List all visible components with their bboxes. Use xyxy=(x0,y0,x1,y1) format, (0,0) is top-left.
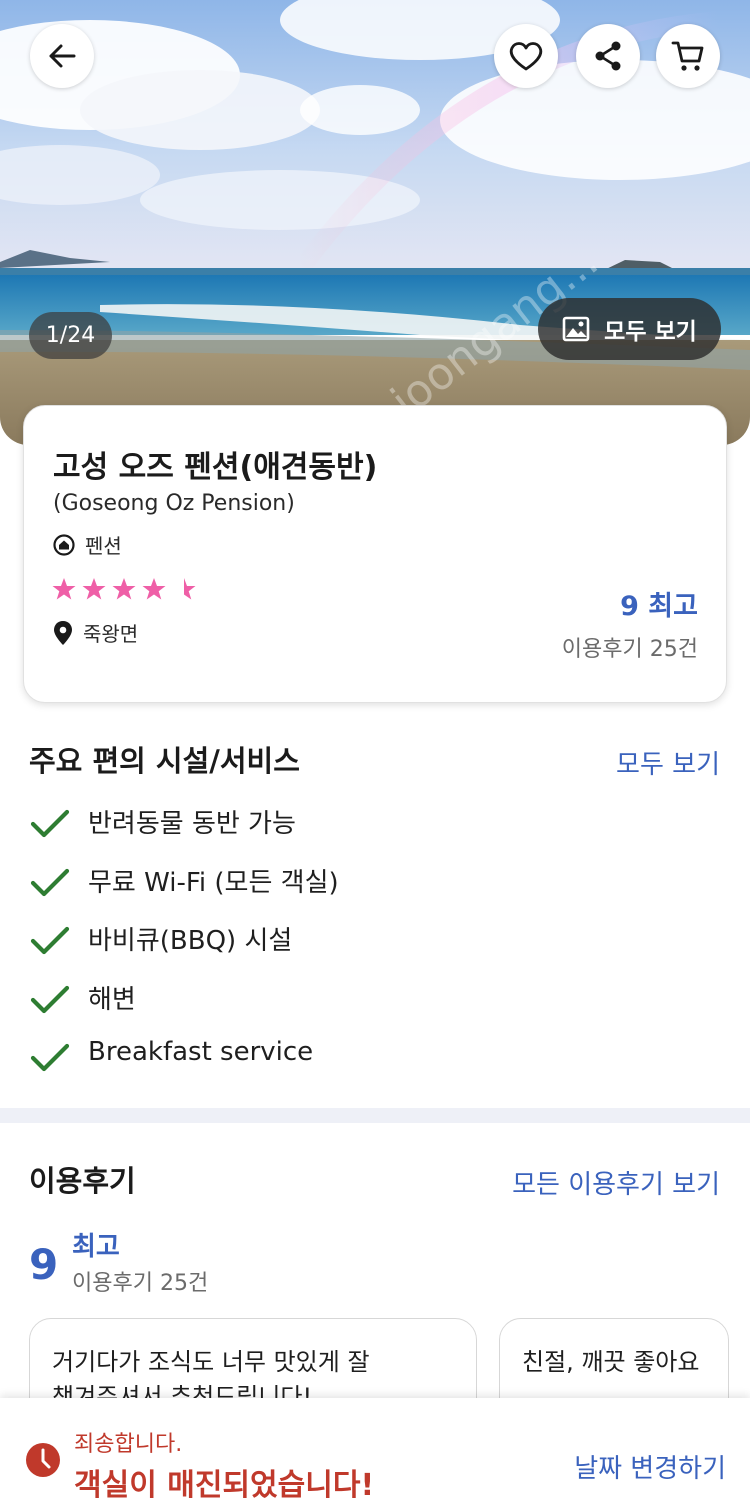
property-location-label: 죽왕면 xyxy=(83,622,139,646)
amenity-label: 반려동물 동반 가능 xyxy=(88,809,296,839)
amenity-label: Breakfast service xyxy=(88,1037,314,1067)
bottom-bar: 죄송합니다. 객실이 매진되었습니다! 날짜 변경하기 xyxy=(0,1398,750,1511)
cart-icon xyxy=(671,41,704,71)
share-button[interactable] xyxy=(576,24,640,88)
review-text: 친절, 깨끗 좋아요 xyxy=(522,1345,699,1380)
review-score[interactable]: 9 최고 xyxy=(620,584,698,623)
share-icon xyxy=(595,41,621,71)
change-date-button[interactable]: 날짜 변경하기 xyxy=(574,1448,726,1485)
amenity-item: 바비큐(BBQ) 시설 xyxy=(30,920,339,979)
amenities-title: 주요 편의 시설/서비스 xyxy=(29,744,300,778)
review-line: 거기다가 조식도 너무 맛있게 잘 xyxy=(52,1348,370,1376)
amenities-view-all-link[interactable]: 모두 보기 xyxy=(616,744,720,781)
sold-out-text: 객실이 매진되었습니다! xyxy=(74,1468,375,1503)
reviews-title: 이용후기 xyxy=(29,1164,136,1198)
property-type-label: 펜션 xyxy=(85,534,122,558)
property-location: 죽왕면 xyxy=(53,618,138,647)
view-all-photos-button[interactable]: 모두 보기 xyxy=(538,298,721,360)
checkmark-icon xyxy=(30,809,70,838)
star-rating xyxy=(51,576,197,602)
property-info-card: 고성 오즈 펜션(애견동반) (Goseong Oz Pension) 펜션 죽… xyxy=(23,405,727,703)
amenity-item: 해변 xyxy=(30,979,339,1038)
property-name: 고성 오즈 펜션(애견동반) xyxy=(53,450,378,485)
amenity-label: 바비큐(BBQ) 시설 xyxy=(88,926,293,956)
star-icon xyxy=(112,578,136,600)
all-reviews-link[interactable]: 모든 이용후기 보기 xyxy=(512,1164,720,1201)
amenity-item: 무료 Wi-Fi (모든 객실) xyxy=(30,862,339,921)
amenities-list: 반려동물 동반 가능무료 Wi-Fi (모든 객실) 바비큐(BBQ) 시설해변 B… xyxy=(30,803,339,1096)
checkmark-icon xyxy=(30,868,70,896)
star-icon xyxy=(142,578,166,600)
sorry-text: 죄송합니다. xyxy=(74,1432,183,1457)
amenity-label: 해변 xyxy=(88,984,136,1015)
heart-icon xyxy=(509,42,543,71)
image-icon xyxy=(562,316,590,342)
amenity-label: 무료 Wi-Fi (모든 객실) xyxy=(88,867,339,898)
half-star-icon xyxy=(184,578,196,600)
amenity-item: 반려동물 동반 가능 xyxy=(30,803,339,862)
location-pin-icon xyxy=(54,620,72,645)
property-type: 펜션 xyxy=(53,530,122,559)
checkmark-icon xyxy=(30,926,70,955)
home-icon xyxy=(53,533,75,556)
back-arrow-icon xyxy=(49,44,76,68)
section-divider xyxy=(0,1108,750,1123)
reviews-count: 이용후기 25건 xyxy=(72,1271,209,1296)
property-english-name: (Goseong Oz Pension) xyxy=(53,491,295,516)
checkmark-icon xyxy=(30,985,70,1013)
hero-photo[interactable]: www.joongang... 1/24 모두 보기 xyxy=(0,0,750,445)
photo-counter: 1/24 xyxy=(29,312,112,359)
view-all-photos-label: 모두 보기 xyxy=(604,319,697,345)
back-button[interactable] xyxy=(30,24,94,88)
amenity-item: Breakfast service xyxy=(30,1037,339,1096)
reviews-score: 9 xyxy=(29,1240,59,1289)
cart-button[interactable] xyxy=(656,24,720,88)
star-icon xyxy=(52,578,76,600)
checkmark-icon xyxy=(30,1043,70,1072)
review-count[interactable]: 이용후기 25건 xyxy=(562,631,698,663)
reviews-score-label: 최고 xyxy=(72,1232,120,1262)
clock-alert-icon xyxy=(26,1443,60,1477)
favorite-button[interactable] xyxy=(494,24,558,88)
review-line: 친절, 깨끗 좋아요 xyxy=(522,1348,700,1376)
star-icon xyxy=(82,578,106,600)
